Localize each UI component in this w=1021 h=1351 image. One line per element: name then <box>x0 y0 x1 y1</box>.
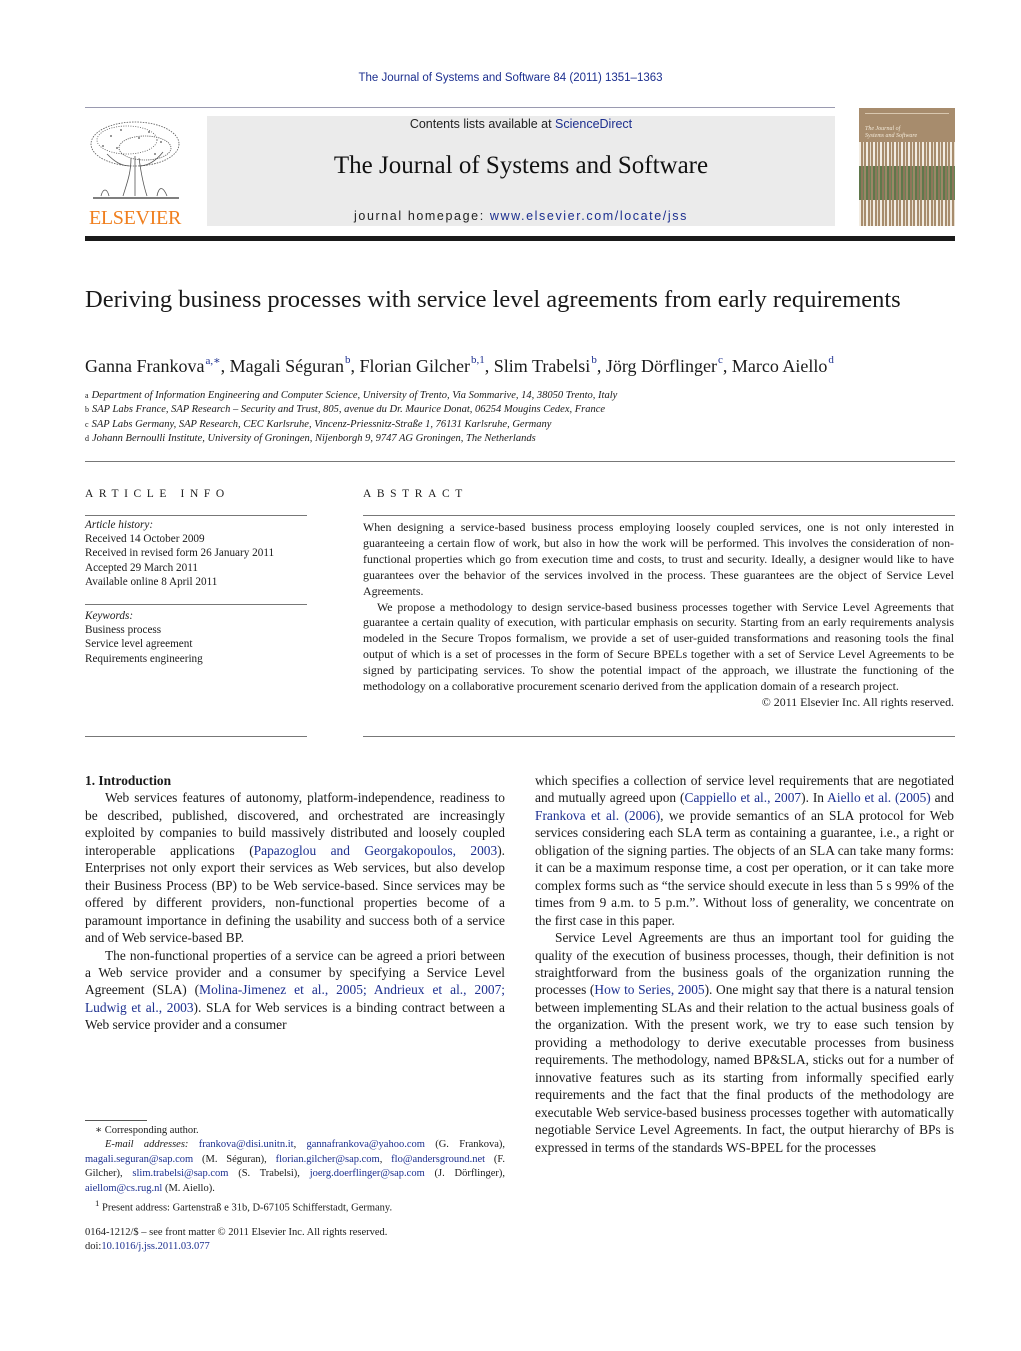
sciencedirect-link[interactable]: ScienceDirect <box>555 117 632 131</box>
contents-line: Contents lists available at ScienceDirec… <box>409 117 633 131</box>
email-link[interactable]: frankova@disi.unitn.it <box>199 1139 294 1150</box>
author[interactable]: Ganna Frankovaa,∗ <box>85 355 221 376</box>
affiliation: d Johann Bernoulli Institute, University … <box>85 432 536 444</box>
abstract-paragraph: When designing a service-based business … <box>363 520 954 598</box>
email-link[interactable]: gannafrankova@yahoo.com <box>307 1139 425 1150</box>
present-address-note: 1 Present address: Gartenstraß e 31b, D-… <box>95 1198 393 1214</box>
divider <box>85 461 955 462</box>
paper-title: Deriving business processes with service… <box>85 286 901 313</box>
abstract-heading: ABSTRACT <box>363 488 468 500</box>
tree-icon <box>90 121 180 199</box>
email-link[interactable]: magali.seguran@sap.com <box>85 1154 193 1165</box>
keywords-label: Keywords: <box>85 610 134 622</box>
affiliation: a Department of Information Engineering a… <box>85 390 618 401</box>
body-column-left: 1. Introduction Web services features of… <box>85 772 505 1034</box>
header-rule <box>85 107 835 108</box>
footnotes: ∗ Corresponding author. E-mail addresses… <box>85 1124 505 1216</box>
author-marks[interactable]: c <box>718 354 723 366</box>
journal-cover-thumbnail[interactable]: The Journal of Systems and Software <box>859 108 955 226</box>
journal-banner: Contents lists available at ScienceDirec… <box>207 116 835 226</box>
citation-link[interactable]: Frankova et al. (2006) <box>535 808 660 823</box>
author[interactable]: Magali Séguranb <box>230 354 351 376</box>
keyword: Service level agreement <box>85 638 193 651</box>
divider <box>85 604 307 605</box>
divider <box>85 736 307 737</box>
email-link[interactable]: florian.gilcher@sap.com <box>276 1154 380 1165</box>
header-thick-rule <box>85 236 955 241</box>
abstract: When designing a service-based business … <box>363 520 954 711</box>
cover-top-rule <box>865 113 949 117</box>
article-info-heading: ARTICLE INFO <box>85 488 230 500</box>
keyword: Business process <box>85 624 162 637</box>
author[interactable]: Slim Trabelsib <box>494 354 597 376</box>
body-paragraph: Service Level Agreements are thus an imp… <box>535 930 954 1155</box>
abstract-paragraph: We propose a methodology to design servi… <box>363 599 954 694</box>
body-paragraph: Web services features of autonomy, platf… <box>85 790 505 946</box>
publisher-wordmark: ELSEVIER <box>88 207 182 229</box>
email-addresses: E-mail addresses: frankova@disi.unitn.it… <box>85 1139 506 1194</box>
abstract-copyright: © 2011 Elsevier Inc. All rights reserved… <box>761 694 954 709</box>
author-marks[interactable]: d <box>828 354 834 366</box>
body-paragraph: which specifies a collection of service … <box>535 773 954 928</box>
keyword: Requirements engineering <box>85 652 203 665</box>
author[interactable]: Marco Aiellod <box>732 354 834 376</box>
author[interactable]: Florian Gilcherb,1 <box>360 354 485 376</box>
email-link[interactable]: joerg.doerflinger@sap.com <box>310 1168 425 1179</box>
divider <box>363 515 955 516</box>
affiliation: b SAP Labs France, SAP Research – Securit… <box>85 404 606 416</box>
history-label: Article history: <box>85 519 154 531</box>
body-column-right: which specifies a collection of service … <box>535 772 954 1156</box>
author-marks[interactable]: b <box>591 354 597 366</box>
author-marks[interactable]: a,∗ <box>205 355 220 367</box>
keywords: Keywords: Business process Service level… <box>85 609 315 666</box>
history-item: Received 14 October 2009 <box>85 533 205 546</box>
citation-link[interactable]: How to Series, 2005 <box>594 982 704 997</box>
history-item: Received in revised form 26 January 2011 <box>85 547 275 560</box>
affiliation: c SAP Labs Germany, SAP Research, CEC Kar… <box>85 418 552 430</box>
citation-link[interactable]: Aiello et al. (2005) <box>827 790 931 805</box>
affiliations: a Department of Information Engineering a… <box>85 389 965 446</box>
journal-reference[interactable]: The Journal of Systems and Software 84 (… <box>0 72 1021 84</box>
footnote-rule <box>85 1120 147 1121</box>
article-history: Article history: Received 14 October 200… <box>85 518 315 589</box>
author-marks[interactable]: b <box>345 354 351 366</box>
divider <box>363 736 955 737</box>
issn-line: 0164-1212/$ – see front matter © 2011 El… <box>85 1227 388 1238</box>
section-heading: 1. Introduction <box>85 773 172 788</box>
citation-link[interactable]: Cappiello et al., 2007 <box>685 790 802 805</box>
journal-title: The Journal of Systems and Software <box>333 152 709 179</box>
front-matter: 0164-1212/$ – see front matter © 2011 El… <box>85 1226 505 1255</box>
divider <box>85 515 307 516</box>
journal-reference-link[interactable]: The Journal of Systems and Software 84 (… <box>358 72 662 84</box>
email-link[interactable]: flo@andersground.net <box>391 1154 485 1165</box>
journal-homepage: journal homepage: www.elsevier.com/locat… <box>354 209 688 223</box>
email-link[interactable]: aiellom@cs.rug.nl <box>85 1183 162 1194</box>
doi-link[interactable]: 10.1016/j.jss.2011.03.077 <box>101 1241 209 1252</box>
corresponding-author-note: ∗ Corresponding author. <box>95 1125 199 1136</box>
author[interactable]: Jörg Dörflingerc <box>606 354 723 376</box>
author-marks[interactable]: b,1 <box>471 354 485 366</box>
homepage-link[interactable]: www.elsevier.com/locate/jss <box>490 209 688 223</box>
history-item: Available online 8 April 2011 <box>85 575 218 588</box>
elsevier-logo: ELSEVIER <box>84 116 186 228</box>
author-list: Ganna Frankovaa,∗, Magali Séguranb, Flor… <box>85 354 834 376</box>
body-paragraph: The non-functional properties of a servi… <box>85 947 505 1033</box>
cover-title: The Journal of Systems and Software <box>865 126 918 139</box>
email-link[interactable]: slim.trabelsi@sap.com <box>132 1168 228 1179</box>
history-item: Accepted 29 March 2011 <box>85 561 198 574</box>
citation-link[interactable]: Papazoglou and Georgakopoulos, 2003 <box>254 843 498 858</box>
doi-line: doi:10.1016/j.jss.2011.03.077 <box>85 1241 210 1253</box>
cover-band <box>859 166 955 200</box>
